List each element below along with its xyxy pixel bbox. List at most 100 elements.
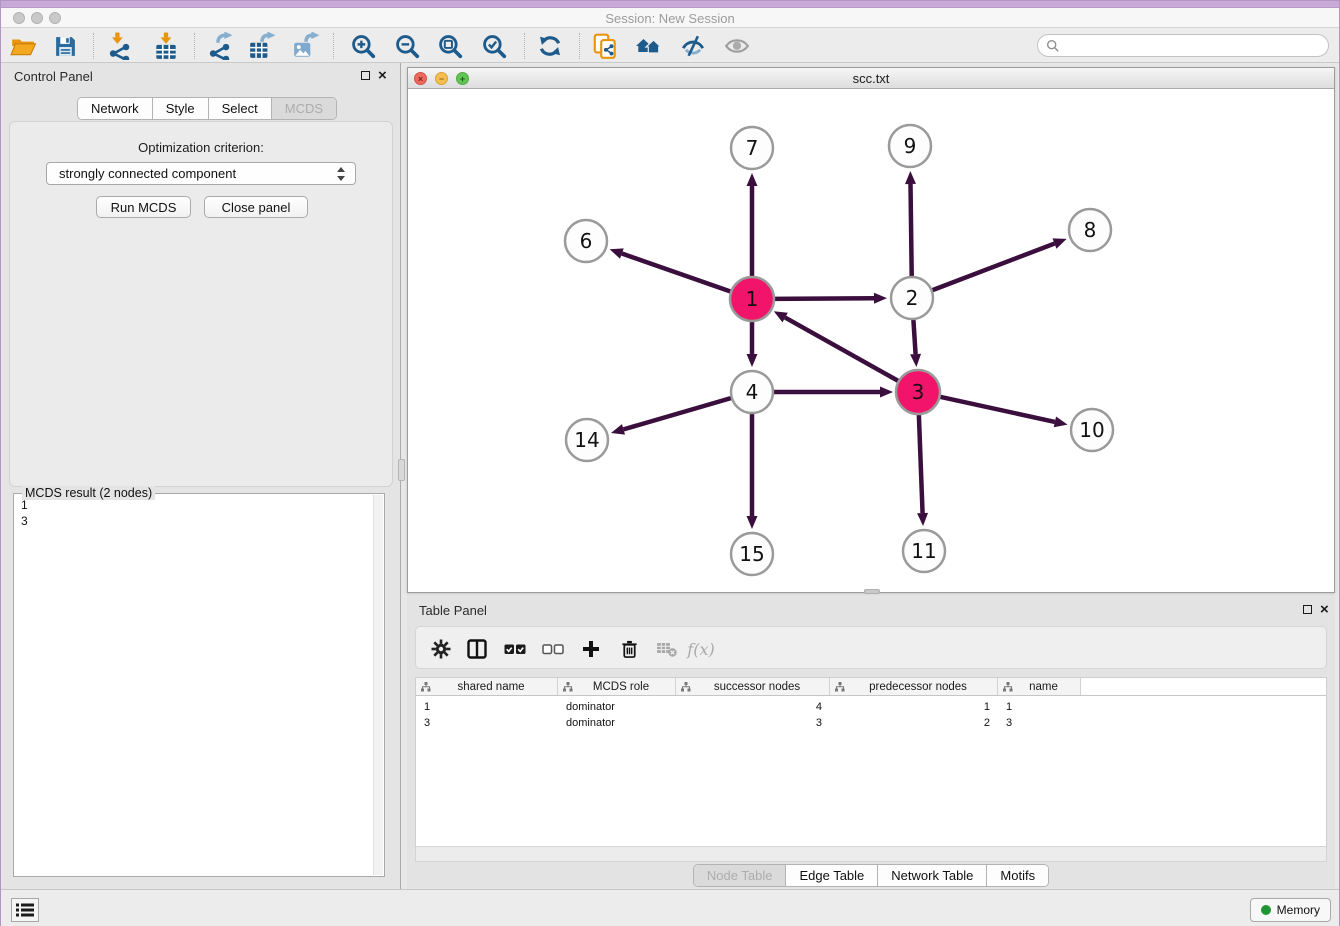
- column-header-shared-name[interactable]: shared name: [416, 678, 558, 695]
- close-panel-button[interactable]: Close panel: [204, 196, 308, 218]
- result-scrollbar[interactable]: [373, 495, 383, 875]
- import-table-button[interactable]: [152, 32, 180, 60]
- table-row[interactable]: 3dominator323: [416, 715, 1326, 731]
- refresh-view-button[interactable]: [536, 32, 564, 60]
- zoom-in-button[interactable]: [349, 32, 377, 60]
- unchecked-boxes-icon: [542, 642, 564, 656]
- table-scrollbar[interactable]: [415, 846, 1327, 862]
- delete-table-button[interactable]: [654, 636, 680, 662]
- titlebar: Session: New Session: [1, 8, 1339, 28]
- zoom-fit-button[interactable]: [436, 32, 464, 60]
- import-network-button[interactable]: [105, 32, 133, 60]
- mcds-result-line: 1: [14, 497, 372, 513]
- table-header-row: shared nameMCDS rolesuccessor nodesprede…: [416, 678, 1326, 696]
- function-builder-button[interactable]: f(x): [688, 636, 714, 662]
- select-all-columns-button[interactable]: [502, 636, 528, 662]
- graph-node-label: 3: [912, 380, 925, 404]
- graph-node-6[interactable]: 6: [565, 220, 607, 262]
- session-title: Session: New Session: [1, 11, 1339, 26]
- toolbar-separator: [93, 33, 94, 59]
- table-row[interactable]: 1dominator411: [416, 699, 1326, 715]
- export-network-button[interactable]: [205, 32, 233, 60]
- graph-node-label: 10: [1079, 418, 1104, 442]
- graph-node-14[interactable]: 14: [566, 419, 608, 461]
- table-settings-button[interactable]: [428, 636, 454, 662]
- delete-column-button[interactable]: [616, 636, 642, 662]
- graph-edge-3-10[interactable]: [939, 397, 1054, 422]
- graph-node-8[interactable]: 8: [1069, 209, 1111, 251]
- tab-network[interactable]: Network: [78, 98, 153, 119]
- network-window-titlebar[interactable]: × − + scc.txt: [408, 68, 1334, 89]
- graph-edge-4-14[interactable]: [623, 398, 730, 429]
- tab-style[interactable]: Style: [153, 98, 209, 119]
- save-session-button[interactable]: [51, 32, 79, 60]
- task-history-button[interactable]: [11, 898, 39, 922]
- graph-edge-1-6[interactable]: [622, 254, 731, 292]
- network-graph[interactable]: 1 2 3 4 6 7 8 9 10 11 14 15: [408, 89, 1334, 592]
- tab-network-table[interactable]: Network Table: [878, 865, 987, 886]
- table-float-button[interactable]: [1303, 605, 1312, 614]
- graph-node-2[interactable]: 2: [891, 277, 933, 319]
- split-divider-handle[interactable]: [398, 459, 405, 481]
- graph-edge-2-9[interactable]: [911, 184, 912, 276]
- graph-edge-3-1[interactable]: [785, 318, 899, 382]
- graph-edge-arrowhead: [917, 513, 928, 526]
- network-resize-nub[interactable]: [864, 589, 880, 594]
- zoom-selected-button[interactable]: [480, 32, 508, 60]
- graph-edge-1-2[interactable]: [774, 298, 874, 299]
- graph-node-15[interactable]: 15: [731, 533, 773, 575]
- column-header-predecessor-nodes[interactable]: predecessor nodes: [830, 678, 998, 695]
- column-header-label: name: [1013, 681, 1080, 693]
- tab-mcds[interactable]: MCDS: [272, 98, 336, 119]
- graph-edge-3-11[interactable]: [919, 414, 923, 513]
- graph-node-10[interactable]: 10: [1071, 409, 1113, 451]
- close-panel-icon-button[interactable]: ×: [378, 64, 387, 88]
- tab-node-table[interactable]: Node Table: [694, 865, 787, 886]
- tab-edge-table[interactable]: Edge Table: [786, 865, 878, 886]
- search-input[interactable]: [1037, 34, 1329, 57]
- float-panel-button[interactable]: [361, 71, 370, 80]
- column-header-name[interactable]: name: [998, 678, 1081, 695]
- export-image-button[interactable]: [292, 32, 320, 60]
- table-cell: 1: [830, 699, 998, 715]
- import-network-icon: [105, 32, 133, 60]
- show-column-panel-button[interactable]: [464, 636, 490, 662]
- memory-button[interactable]: Memory: [1250, 898, 1331, 922]
- graph-node-11[interactable]: 11: [903, 530, 945, 572]
- column-type-icon: [563, 682, 573, 692]
- graph-node-1[interactable]: 1: [730, 277, 774, 321]
- criterion-dropdown[interactable]: strongly connected component: [46, 162, 356, 185]
- eye-icon: [724, 33, 750, 59]
- first-neighbors-button[interactable]: [635, 32, 663, 60]
- graph-node-label: 2: [906, 286, 919, 310]
- tab-motifs[interactable]: Motifs: [987, 865, 1048, 886]
- open-session-button[interactable]: [9, 32, 37, 60]
- zoom-out-button[interactable]: [393, 32, 421, 60]
- clone-network-button[interactable]: [591, 32, 619, 60]
- graph-node-9[interactable]: 9: [889, 125, 931, 167]
- export-table-button[interactable]: [248, 32, 276, 60]
- graph-edge-arrowhead: [874, 293, 887, 304]
- hide-selected-button[interactable]: [679, 32, 707, 60]
- tab-select[interactable]: Select: [209, 98, 272, 119]
- zoom-in-icon: [350, 33, 376, 59]
- graph-edge-2-8[interactable]: [933, 244, 1055, 291]
- toolbar-separator: [524, 33, 525, 59]
- create-column-button[interactable]: [578, 636, 604, 662]
- graph-node-label: 15: [739, 542, 764, 566]
- column-header-successor-nodes[interactable]: successor nodes: [676, 678, 830, 695]
- table-close-button[interactable]: ×: [1320, 598, 1329, 622]
- mcds-result-line: 3: [14, 513, 372, 529]
- run-mcds-button[interactable]: Run MCDS: [96, 196, 191, 218]
- memory-status-icon: [1261, 905, 1271, 915]
- graph-node-4[interactable]: 4: [731, 371, 773, 413]
- unselect-all-columns-button[interactable]: [540, 636, 566, 662]
- table-cell: 3: [416, 715, 558, 731]
- column-header-label: shared name: [431, 681, 557, 693]
- graph-edge-2-3[interactable]: [913, 320, 915, 354]
- show-all-button[interactable]: [723, 32, 751, 60]
- graph-node-7[interactable]: 7: [731, 127, 773, 169]
- table-panel-title: Table Panel: [419, 603, 487, 618]
- column-header-MCDS-role[interactable]: MCDS role: [558, 678, 676, 695]
- graph-node-3[interactable]: 3: [896, 370, 940, 414]
